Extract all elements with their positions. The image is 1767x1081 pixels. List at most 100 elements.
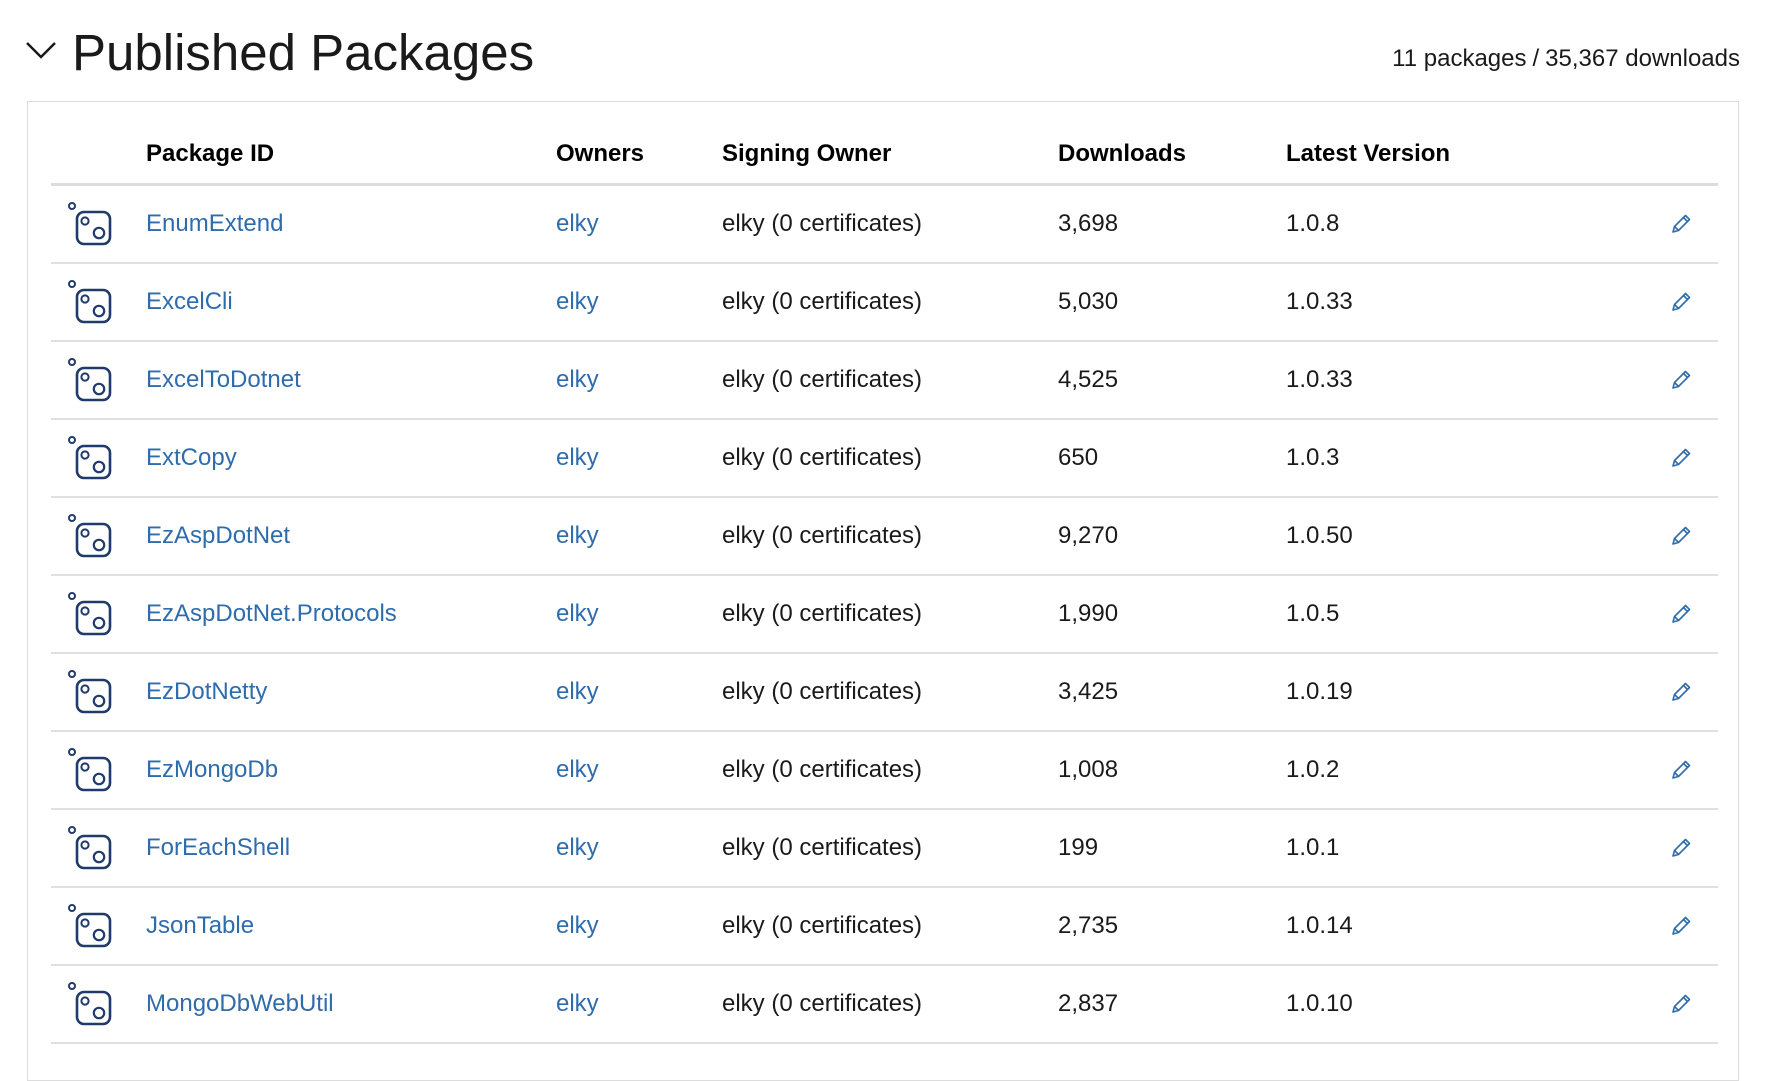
pencil-icon[interactable] [1669, 602, 1693, 626]
latest-version: 1.0.50 [1286, 522, 1353, 549]
pencil-icon[interactable] [1669, 290, 1693, 314]
signing-owner: elky (0 certificates) [722, 756, 923, 783]
table-row: ExcelToDotnet elky elky (0 certificates) 4,… [51, 342, 1718, 420]
pencil-icon[interactable] [1669, 680, 1693, 704]
downloads-count: 3,425 [1058, 678, 1119, 705]
table-row: ForEachShell elky elky (0 certificates) 199… [51, 810, 1718, 888]
downloads-count: 2,735 [1058, 912, 1119, 939]
packages-panel: Package ID Owners Signing Owner Download… [27, 101, 1739, 1081]
latest-version: 1.0.19 [1286, 678, 1353, 705]
downloads-count: 1,008 [1058, 756, 1119, 783]
owner-link[interactable]: elky [556, 366, 599, 394]
pencil-icon[interactable] [1669, 914, 1693, 938]
package-id-link[interactable]: ExtCopy [146, 444, 237, 472]
pencil-icon[interactable] [1669, 836, 1693, 860]
header-downloads: Downloads [1058, 139, 1187, 167]
owner-link[interactable]: elky [556, 912, 599, 940]
downloads-count: 4,525 [1058, 366, 1119, 393]
signing-owner: elky (0 certificates) [722, 522, 923, 549]
downloads-count: 2,837 [1058, 990, 1119, 1017]
owner-link[interactable]: elky [556, 834, 599, 862]
signing-owner: elky (0 certificates) [722, 600, 923, 627]
package-id-link[interactable]: EzMongoDb [146, 756, 278, 784]
owner-link[interactable]: elky [556, 600, 599, 628]
table-row: EzAspDotNet elky elky (0 certificates) 9,27… [51, 498, 1718, 576]
pencil-icon[interactable] [1669, 212, 1693, 236]
latest-version: 1.0.8 [1286, 210, 1340, 237]
owner-link[interactable]: elky [556, 522, 599, 550]
owner-link[interactable]: elky [556, 990, 599, 1018]
table-row: EzDotNetty elky elky (0 certificates) 3,425… [51, 654, 1718, 732]
package-id-link[interactable]: ForEachShell [146, 834, 290, 862]
package-icon [67, 420, 127, 496]
latest-version: 1.0.5 [1286, 600, 1340, 627]
table-row: ExtCopy elky elky (0 certificates) 650 1.0.3 [51, 420, 1718, 498]
package-icon [67, 498, 127, 574]
table-row: MongoDbWebUtil elky elky (0 certificates) 2… [51, 966, 1718, 1044]
downloads-count: 3,698 [1058, 210, 1119, 237]
latest-version: 1.0.2 [1286, 756, 1340, 783]
downloads-count: 199 [1058, 834, 1099, 861]
pencil-icon[interactable] [1669, 524, 1693, 548]
signing-owner: elky (0 certificates) [722, 912, 923, 939]
package-id-link[interactable]: JsonTable [146, 912, 254, 940]
header-package-id: Package ID [146, 139, 275, 167]
table-row: EnumExtend elky elky (0 certificates) 3,698… [51, 186, 1718, 264]
owner-link[interactable]: elky [556, 288, 599, 316]
package-icon [67, 966, 127, 1042]
package-id-link[interactable]: EzAspDotNet [146, 522, 290, 550]
package-icon [67, 576, 127, 652]
owner-link[interactable]: elky [556, 678, 599, 706]
package-id-link[interactable]: MongoDbWebUtil [146, 990, 334, 1018]
latest-version: 1.0.3 [1286, 444, 1340, 471]
owner-link[interactable]: elky [556, 756, 599, 784]
package-summary: 11 packages/35,367 downloads [1392, 44, 1740, 74]
section-header: Published Packages 11 packages/35,367 do… [0, 0, 1767, 101]
signing-owner: elky (0 certificates) [722, 210, 923, 237]
header-owners: Owners [556, 139, 645, 167]
table-row: ExcelCli elky elky (0 certificates) 5,030 1.… [51, 264, 1718, 342]
signing-owner: elky (0 certificates) [722, 678, 923, 705]
header-latest-version: Latest Version [1286, 139, 1451, 167]
downloads-count: 5,030 [1058, 288, 1119, 315]
package-icon [67, 264, 127, 340]
signing-owner: elky (0 certificates) [722, 834, 923, 861]
pencil-icon[interactable] [1669, 992, 1693, 1016]
downloads-count: 1,990 [1058, 600, 1119, 627]
package-count: 11 packages [1392, 45, 1527, 72]
signing-owner: elky (0 certificates) [722, 990, 923, 1017]
owner-link[interactable]: elky [556, 444, 599, 472]
package-id-link[interactable]: EzDotNetty [146, 678, 267, 706]
latest-version: 1.0.10 [1286, 990, 1353, 1017]
package-id-link[interactable]: ExcelToDotnet [146, 366, 301, 394]
package-id-link[interactable]: EnumExtend [146, 210, 283, 238]
table-row: EzMongoDb elky elky (0 certificates) 1,008 1… [51, 732, 1718, 810]
owner-link[interactable]: elky [556, 210, 599, 238]
download-count: 35,367 downloads [1545, 45, 1740, 72]
downloads-count: 650 [1058, 444, 1099, 471]
chevron-down-icon[interactable] [24, 34, 58, 68]
signing-owner: elky (0 certificates) [722, 366, 923, 393]
table-row: JsonTable elky elky (0 certificates) 2,735 1… [51, 888, 1718, 966]
package-id-link[interactable]: EzAspDotNet.Protocols [146, 600, 397, 628]
package-icon [67, 810, 127, 886]
signing-owner: elky (0 certificates) [722, 444, 923, 471]
package-id-link[interactable]: ExcelCli [146, 288, 233, 316]
header-signing-owner: Signing Owner [722, 139, 892, 167]
latest-version: 1.0.14 [1286, 912, 1353, 939]
pencil-icon[interactable] [1669, 758, 1693, 782]
summary-separator: / [1532, 45, 1540, 72]
downloads-count: 9,270 [1058, 522, 1119, 549]
latest-version: 1.0.33 [1286, 288, 1353, 315]
pencil-icon[interactable] [1669, 446, 1693, 470]
table-row: EzAspDotNet.Protocols elky elky (0 certifi… [51, 576, 1718, 654]
table-header: Package ID Owners Signing Owner Download… [51, 124, 1718, 186]
pencil-icon[interactable] [1669, 368, 1693, 392]
package-icon [67, 342, 127, 418]
signing-owner: elky (0 certificates) [722, 288, 923, 315]
package-icon [67, 732, 127, 808]
package-icon [67, 888, 127, 964]
table-body: EnumExtend elky elky (0 certificates) 3,698… [51, 186, 1718, 1044]
package-icon [67, 186, 127, 262]
latest-version: 1.0.1 [1286, 834, 1340, 861]
